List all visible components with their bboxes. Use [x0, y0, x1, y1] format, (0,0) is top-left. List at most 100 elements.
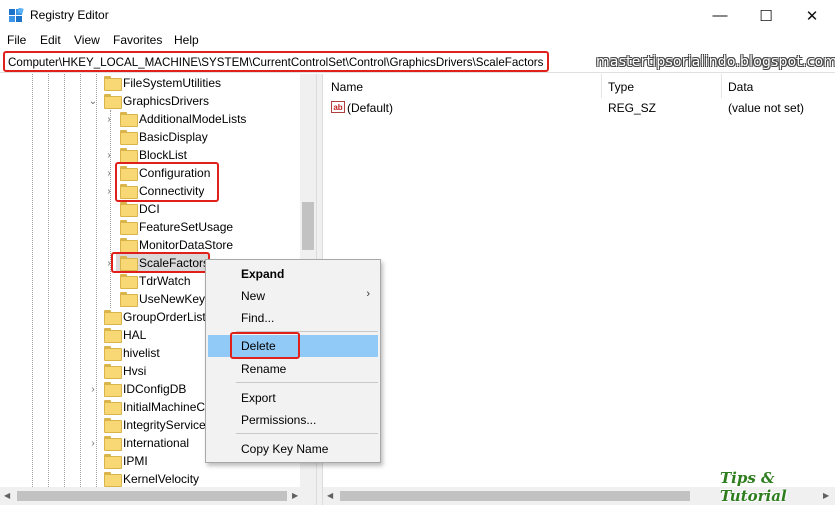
menu-item-label: Rename	[241, 362, 287, 376]
tree-item-label: TdrWatch	[139, 274, 191, 288]
value-name: (Default)	[347, 101, 394, 115]
value-type: REG_SZ	[608, 101, 657, 115]
menu-item-label: Find...	[241, 311, 275, 325]
chevron-right-icon[interactable]: ›	[104, 110, 114, 128]
folder-icon	[104, 472, 122, 487]
tree-item-label: DCI	[139, 202, 160, 216]
tree-item-label: KernelVelocity	[123, 472, 200, 486]
scrollbar-thumb[interactable]	[340, 491, 690, 501]
folder-icon	[120, 130, 138, 145]
value-data: (value not set)	[728, 101, 805, 115]
minimize-icon: —	[712, 7, 728, 24]
maximize-button[interactable]: ☐	[743, 0, 789, 31]
values-pane: Name Type Data ab (Default) REG_SZ (valu…	[323, 74, 835, 487]
scrollbar-thumb[interactable]	[17, 491, 287, 501]
column-divider[interactable]	[601, 74, 602, 98]
folder-icon	[120, 202, 138, 217]
folder-icon	[120, 238, 138, 253]
folder-icon	[120, 292, 138, 307]
menu-item-rename[interactable]: Rename	[208, 358, 378, 380]
column-header-type[interactable]: Type	[608, 80, 634, 94]
submenu-arrow-icon: ›	[366, 288, 370, 300]
menu-separator	[236, 433, 378, 434]
tips-tutorial-logo: Tips & Tutorial	[720, 469, 787, 505]
column-header-name[interactable]: Name	[331, 80, 363, 94]
highlight-scalefactors	[111, 252, 210, 273]
tree-item-label: UseNewKey	[139, 292, 206, 306]
close-icon: ✕	[805, 7, 819, 25]
menu-file[interactable]: File	[7, 33, 26, 47]
maximize-icon: ☐	[759, 7, 773, 25]
tree-item-label: GroupOrderList	[123, 310, 206, 324]
chevron-right-icon[interactable]: ›	[88, 434, 98, 452]
chevron-right-icon[interactable]: ›	[104, 146, 114, 164]
menu-item-export[interactable]: Export	[208, 387, 378, 409]
tree-item-label: InitialMachineC	[123, 400, 206, 414]
tree-horizontal-scrollbar[interactable]: ◀ ▶	[0, 487, 316, 505]
menu-item-expand[interactable]: Expand	[208, 263, 378, 285]
tree-item-kernelvelocity[interactable]: KernelVelocity	[0, 470, 300, 487]
column-header-data[interactable]: Data	[728, 80, 753, 94]
context-menu: Expand New › Find... Delete Rename Expor…	[205, 259, 381, 463]
folder-icon	[104, 454, 122, 469]
highlight-configuration-connectivity	[115, 162, 219, 202]
menu-item-label: New	[241, 289, 266, 303]
folder-icon	[104, 436, 122, 451]
menu-separator	[236, 382, 378, 383]
scrollbar-thumb[interactable]	[302, 202, 314, 250]
chevron-right-icon[interactable]: ›	[104, 182, 114, 200]
menu-bar: File Edit View Favorites Help	[0, 31, 835, 49]
column-divider[interactable]	[721, 74, 722, 98]
window-title: Registry Editor	[30, 8, 109, 22]
menu-favorites[interactable]: Favorites	[113, 33, 162, 47]
folder-icon	[120, 274, 138, 289]
menu-item-label: Copy Key Name	[241, 442, 329, 456]
folder-icon	[104, 346, 122, 361]
tree-item-additionalmodelists[interactable]: › AdditionalModeLists	[0, 110, 300, 128]
tree-item-label: IDConfigDB	[123, 382, 187, 396]
string-value-icon: ab	[331, 101, 345, 113]
address-field[interactable]: Computer\HKEY_LOCAL_MACHINE\SYSTEM\Curre…	[3, 51, 550, 72]
folder-icon	[104, 328, 122, 343]
folder-icon	[104, 382, 122, 397]
menu-item-new[interactable]: New ›	[208, 285, 378, 307]
menu-edit[interactable]: Edit	[40, 33, 61, 47]
tree-item-label: BlockList	[139, 148, 188, 162]
menu-item-permissions[interactable]: Permissions...	[208, 409, 378, 431]
chevron-right-icon[interactable]: ›	[88, 380, 98, 398]
chevron-down-icon[interactable]: ⌄	[88, 92, 98, 110]
menu-item-copy-key-name[interactable]: Copy Key Name	[208, 438, 378, 460]
close-button[interactable]: ✕	[789, 0, 835, 31]
tree-item-label: FeatureSetUsage	[139, 220, 234, 234]
folder-icon	[104, 76, 122, 91]
tree-item-label: Hvsi	[123, 364, 147, 378]
tree-item-label: AdditionalModeLists	[139, 112, 247, 126]
tree-item-label: International	[123, 436, 190, 450]
address-bar: Computer\HKEY_LOCAL_MACHINE\SYSTEM\Curre…	[0, 49, 835, 73]
tree-item-label: FileSystemUtilities	[123, 76, 222, 90]
tree-item-graphicsdrivers[interactable]: ⌄ GraphicsDrivers	[0, 92, 300, 110]
tree-item-label: HAL	[123, 328, 147, 342]
menu-item-find[interactable]: Find...	[208, 307, 378, 329]
tree-item-label: BasicDisplay	[139, 130, 208, 144]
folder-icon	[120, 112, 138, 127]
title-bar: Registry Editor — ☐ ✕	[0, 0, 835, 31]
folder-icon	[120, 148, 138, 163]
scroll-right-icon[interactable]: ▶	[292, 491, 298, 500]
menu-view[interactable]: View	[74, 33, 100, 47]
tree-item-dci[interactable]: DCI	[0, 200, 300, 218]
chevron-right-icon[interactable]: ›	[104, 164, 114, 182]
folder-icon	[104, 418, 122, 433]
scroll-left-icon[interactable]: ◀	[327, 491, 333, 500]
tree-item-filesystemutilities[interactable]: FileSystemUtilities	[0, 74, 300, 92]
tree-item-label: IPMI	[123, 454, 148, 468]
table-row[interactable]: ab (Default) REG_SZ (value not set)	[323, 98, 835, 116]
menu-help[interactable]: Help	[174, 33, 199, 47]
menu-item-label: Permissions...	[241, 413, 317, 427]
scroll-left-icon[interactable]: ◀	[4, 491, 10, 500]
folder-icon	[104, 400, 122, 415]
folder-icon	[104, 364, 122, 379]
tree-item-basicdisplay[interactable]: BasicDisplay	[0, 128, 300, 146]
tree-item-featuresetusage[interactable]: FeatureSetUsage	[0, 218, 300, 236]
minimize-button[interactable]: —	[697, 0, 743, 31]
